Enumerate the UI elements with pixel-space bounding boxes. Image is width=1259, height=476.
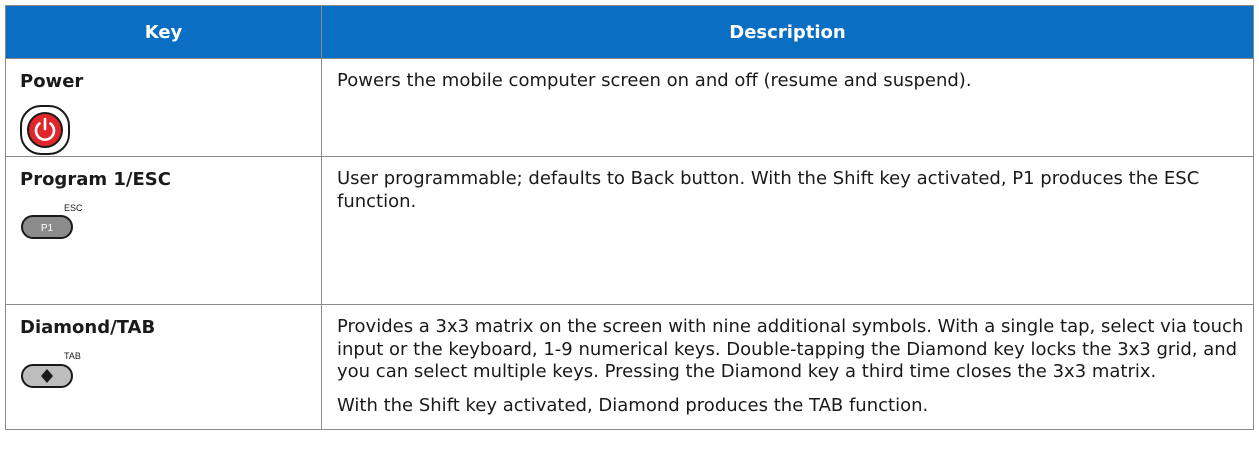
table-row: Power Powers the mobile computer screen … xyxy=(5,58,1254,157)
key-name: Program 1/ESC xyxy=(20,169,171,190)
table-row: Program 1/ESC ESC P1 User programmable; … xyxy=(5,156,1254,305)
key-cell: Program 1/ESC ESC P1 xyxy=(5,156,322,305)
key-name: Diamond/TAB xyxy=(20,317,156,338)
key-cell: Diamond/TAB TAB xyxy=(5,304,322,430)
p1-key-superscript: ESC xyxy=(64,203,83,213)
description-note: With the Shift key activated, Diamond pr… xyxy=(337,394,929,416)
diamond-key-icon: TAB xyxy=(21,351,81,388)
table-header-row: Key Description xyxy=(5,5,1254,59)
diamond-key-superscript: TAB xyxy=(64,351,81,361)
key-description-table: Key Description Power Powers the mobile … xyxy=(5,5,1254,430)
description-text: Powers the mobile computer screen on and… xyxy=(337,70,972,91)
description-cell: Powers the mobile computer screen on and… xyxy=(321,58,1254,157)
table-row: Diamond/TAB TAB Provides a 3x3 matrix on… xyxy=(5,304,1254,430)
description-text: Provides a 3x3 matrix on the screen with… xyxy=(337,316,1244,382)
p1-key-label: P1 xyxy=(41,223,54,234)
power-button-icon xyxy=(20,105,70,155)
description-text: User programmable; defaults to Back butt… xyxy=(337,168,1200,212)
key-name: Power xyxy=(20,71,84,92)
header-description: Description xyxy=(321,5,1254,59)
description-cell: Provides a 3x3 matrix on the screen with… xyxy=(321,304,1254,430)
key-cell: Power xyxy=(5,58,322,157)
description-cell: User programmable; defaults to Back butt… xyxy=(321,156,1254,305)
header-key: Key xyxy=(5,5,322,59)
p1-key-icon: ESC P1 xyxy=(21,203,83,239)
